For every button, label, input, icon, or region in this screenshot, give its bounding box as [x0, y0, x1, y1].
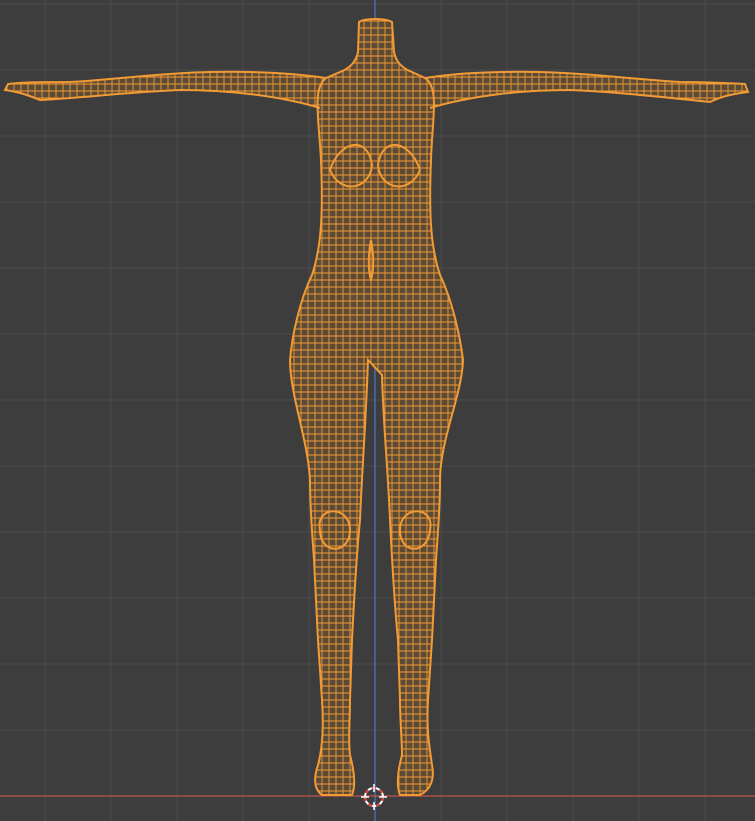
- 3d-viewport[interactable]: [0, 0, 755, 821]
- mesh-object[interactable]: [0, 0, 755, 821]
- mesh-surface: [5, 19, 748, 795]
- viewport-canvas[interactable]: [0, 0, 755, 821]
- 3d-cursor-icon[interactable]: [361, 784, 387, 810]
